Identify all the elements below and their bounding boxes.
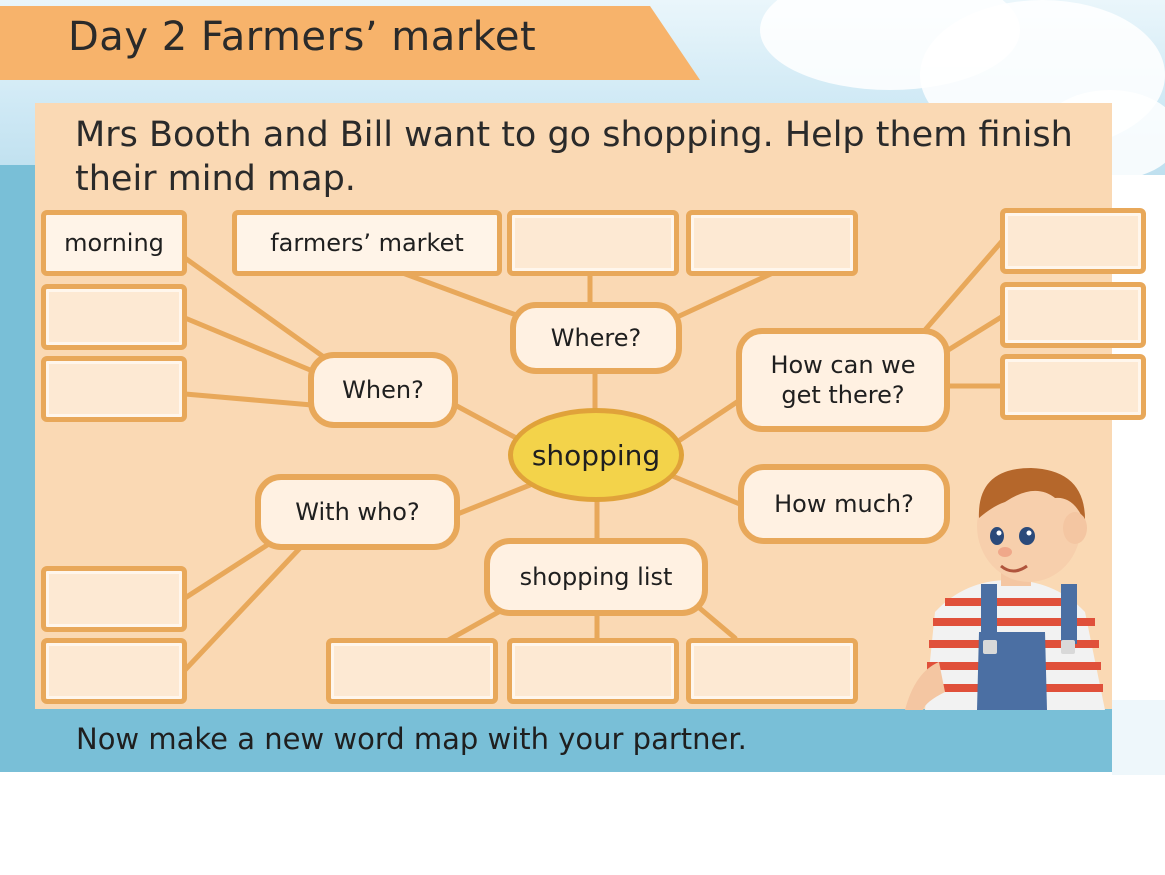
- node-label: Where?: [550, 324, 642, 352]
- node-label: How much?: [774, 490, 914, 518]
- answer-box-transport-1[interactable]: [1000, 208, 1146, 274]
- answer-box-with-who-1[interactable]: [41, 566, 187, 632]
- footer-instruction: Now make a new word map with your partne…: [76, 722, 747, 756]
- answer-box-when-2[interactable]: [41, 284, 187, 350]
- node-label: How can we get there?: [770, 351, 916, 409]
- answer-box-list-1[interactable]: [326, 638, 498, 704]
- node-how-get-there: How can we get there?: [736, 328, 950, 432]
- answer-box-list-2[interactable]: [507, 638, 679, 704]
- answer-box-transport-3[interactable]: [1000, 354, 1146, 420]
- center-label: shopping: [531, 438, 661, 472]
- boy-illustration: [905, 468, 1105, 710]
- answer-box-transport-2[interactable]: [1000, 282, 1146, 348]
- node-when: When?: [308, 352, 458, 428]
- node-label: When?: [342, 376, 424, 404]
- answer-box-where-2[interactable]: [507, 210, 679, 276]
- answer-box-with-who-2[interactable]: [41, 638, 187, 704]
- node-with-who: With who?: [255, 474, 460, 550]
- answer-text: farmers’ market: [270, 229, 464, 257]
- center-node-shopping: shopping: [508, 408, 684, 502]
- answer-box-list-3[interactable]: [686, 638, 858, 704]
- node-shopping-list: shopping list: [484, 538, 708, 616]
- answer-box-where-farmers-market: farmers’ market: [232, 210, 502, 276]
- node-label: With who?: [295, 498, 420, 526]
- node-label: shopping list: [519, 563, 673, 591]
- answer-text: morning: [64, 229, 164, 257]
- node-where: Where?: [510, 302, 682, 374]
- answer-box-when-3[interactable]: [41, 356, 187, 422]
- answer-box-where-3[interactable]: [686, 210, 858, 276]
- answer-box-when-morning: morning: [41, 210, 187, 276]
